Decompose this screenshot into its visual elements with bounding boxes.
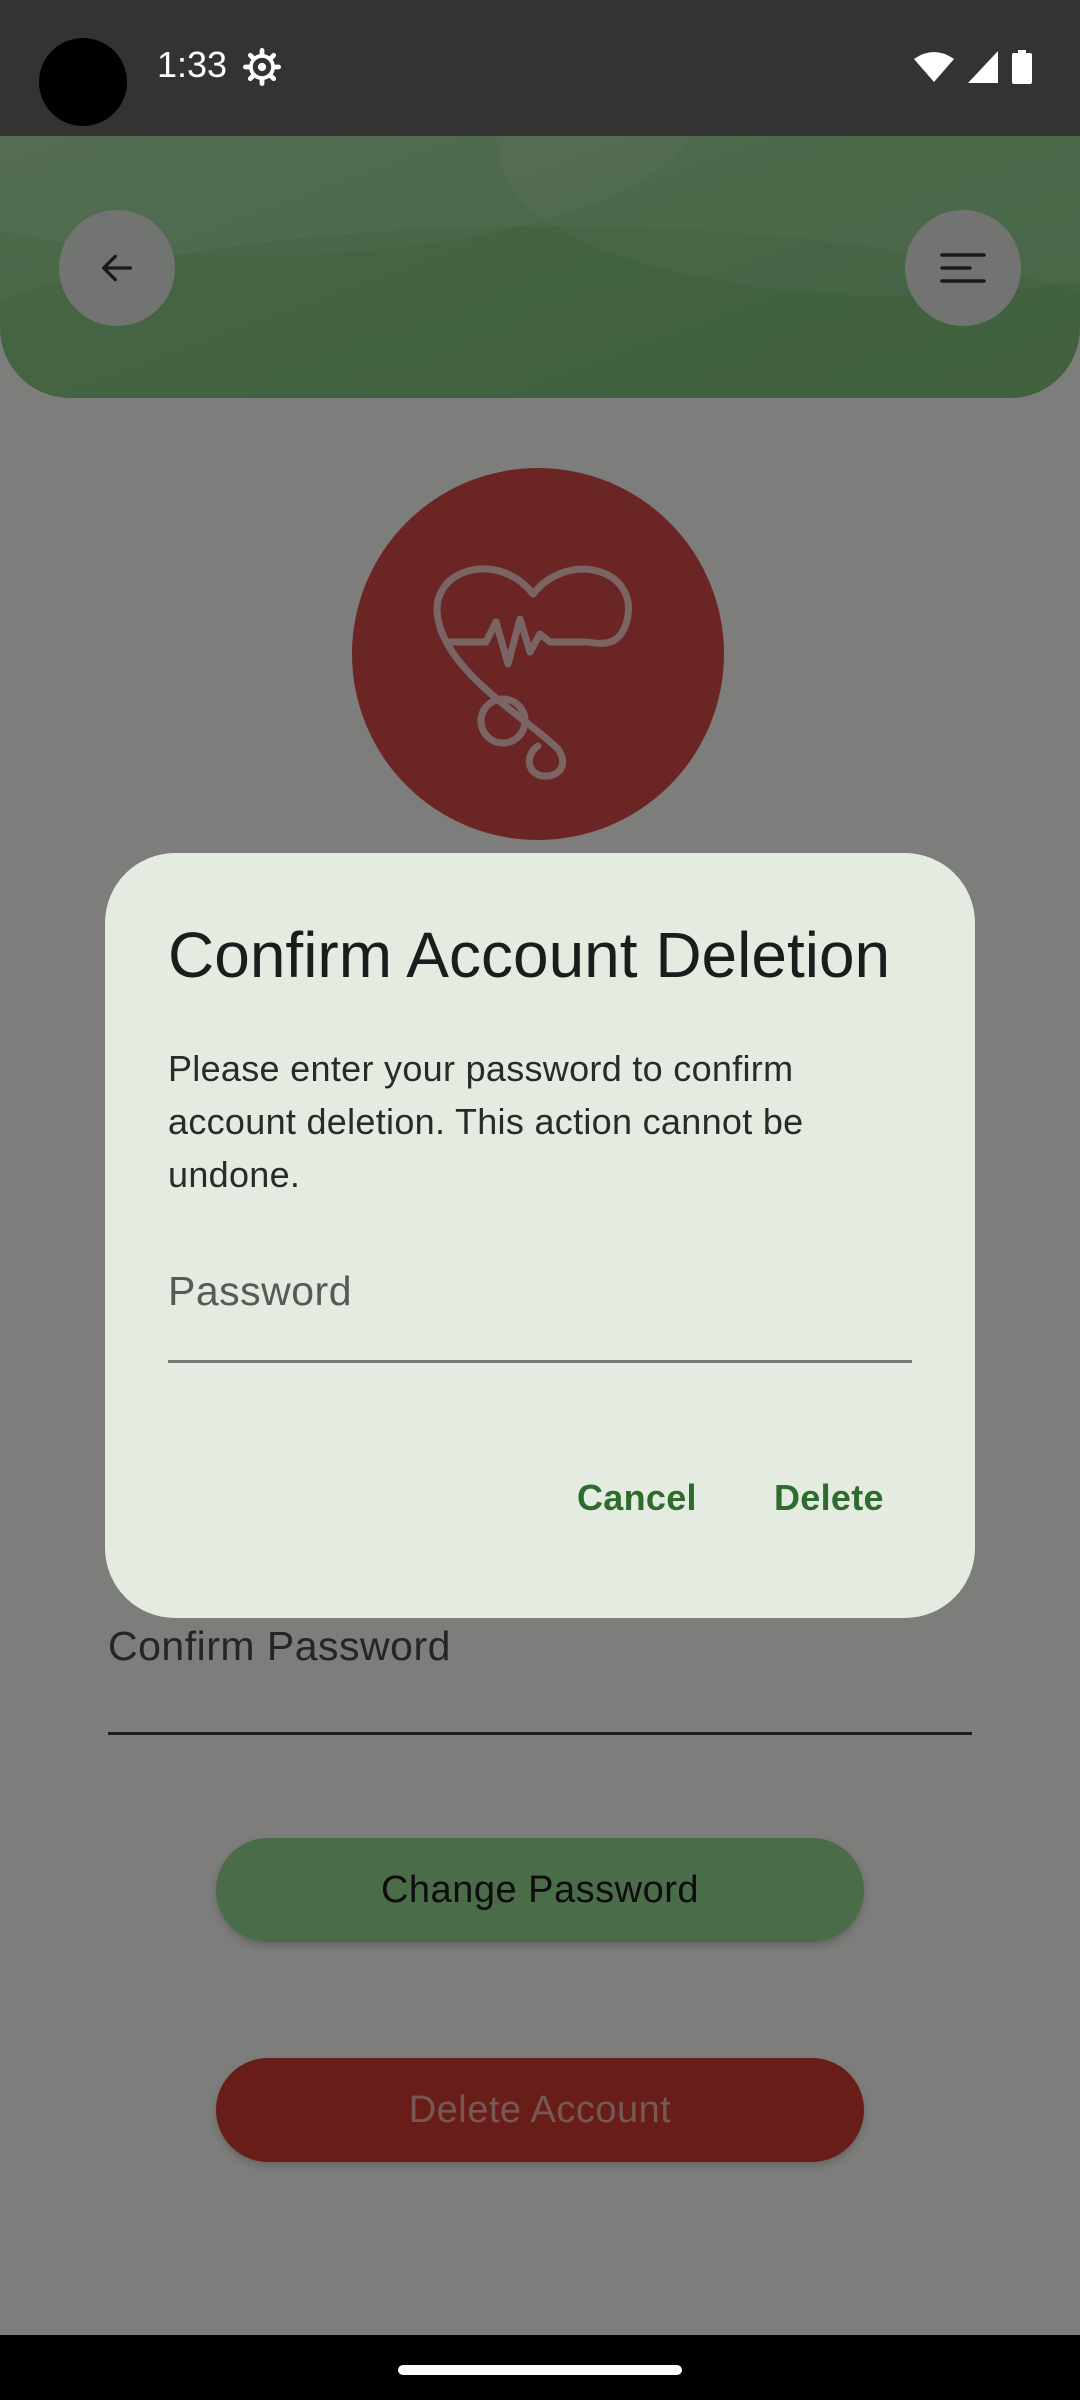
- confirm-deletion-dialog: Confirm Account Deletion Please enter yo…: [105, 853, 975, 1618]
- cancel-button[interactable]: Cancel: [557, 1465, 717, 1531]
- settings-gear-icon: [243, 48, 281, 86]
- password-input[interactable]: [168, 1251, 912, 1363]
- wifi-icon: [914, 52, 954, 82]
- home-indicator[interactable]: [398, 2365, 682, 2375]
- status-icons: [914, 50, 1032, 84]
- delete-button[interactable]: Delete: [754, 1465, 904, 1531]
- dialog-message: Please enter your password to confirm ac…: [168, 1048, 804, 1195]
- status-time: 1:33: [157, 44, 228, 85]
- signal-icon: [968, 51, 998, 83]
- app-screen: 1:33 Confirm Account Deletion Please ent…: [0, 0, 1080, 2400]
- battery-icon: [1012, 50, 1032, 84]
- camera-cutout: [39, 38, 127, 126]
- dialog-title: Confirm Account Deletion: [168, 919, 891, 991]
- password-field: [168, 1251, 912, 1369]
